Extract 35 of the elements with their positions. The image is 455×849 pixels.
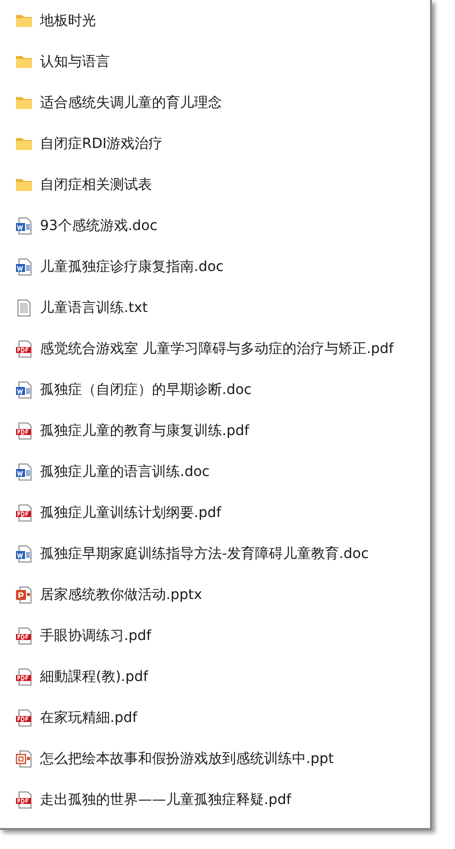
word-document-icon [15, 216, 33, 234]
pdf-document-icon [15, 626, 33, 644]
word-document-icon [15, 258, 33, 276]
file-name[interactable]: 在家玩精細.pdf [40, 708, 138, 726]
file-name[interactable]: 孤独症儿童训练计划纲要.pdf [40, 504, 222, 522]
presentation-icon [15, 750, 33, 768]
pdf-document-icon [15, 668, 33, 686]
file-name[interactable]: 細動課程(教).pdf [40, 668, 148, 686]
word-document-icon [15, 462, 33, 480]
word-document-icon [15, 380, 33, 398]
file-name[interactable]: 自闭症RDI游戏治疗 [40, 134, 163, 152]
file-name[interactable]: 孤独症（自闭症）的早期诊断.doc [40, 380, 252, 398]
file-name[interactable]: 怎么把绘本故事和假扮游戏放到感统训练中.ppt [40, 750, 334, 768]
file-name[interactable]: 感觉统合游戏室 儿童学习障碍与多动症的治疗与矫正.pdf [40, 340, 394, 358]
file-name[interactable]: 手眼协调练习.pdf [40, 626, 152, 644]
file-name[interactable]: 认知与语言 [40, 52, 110, 70]
file-name[interactable]: 孤独症儿童的教育与康复训练.pdf [40, 422, 250, 440]
file-name[interactable]: 适合感统失调儿童的育儿理念 [40, 94, 222, 112]
word-document-icon [15, 544, 33, 562]
presentation-icon [15, 586, 33, 604]
file-name[interactable]: 孤独症儿童的语言训练.doc [40, 462, 210, 480]
file-name[interactable]: 孤独症早期家庭训练指导方法-发育障碍儿童教育.doc [40, 544, 369, 562]
file-name[interactable]: 儿童语言训练.txt [40, 298, 148, 316]
file-name[interactable]: 地板时光 [40, 12, 96, 30]
pdf-document-icon [15, 790, 33, 808]
file-name[interactable]: 居家感统教你做活动.pptx [40, 586, 202, 604]
pdf-document-icon [15, 504, 33, 522]
file-name[interactable]: 儿童孤独症诊疗康复指南.doc [40, 258, 224, 276]
file-name[interactable]: 走出孤独的世界——儿童孤独症释疑.pdf [40, 790, 292, 808]
pdf-document-icon [15, 708, 33, 726]
pdf-document-icon [15, 340, 33, 358]
text-document-icon [15, 298, 33, 316]
pdf-document-icon [15, 422, 33, 440]
file-name[interactable]: 自闭症相关测试表 [40, 176, 152, 194]
file-name[interactable]: 93个感统游戏.doc [40, 216, 158, 234]
